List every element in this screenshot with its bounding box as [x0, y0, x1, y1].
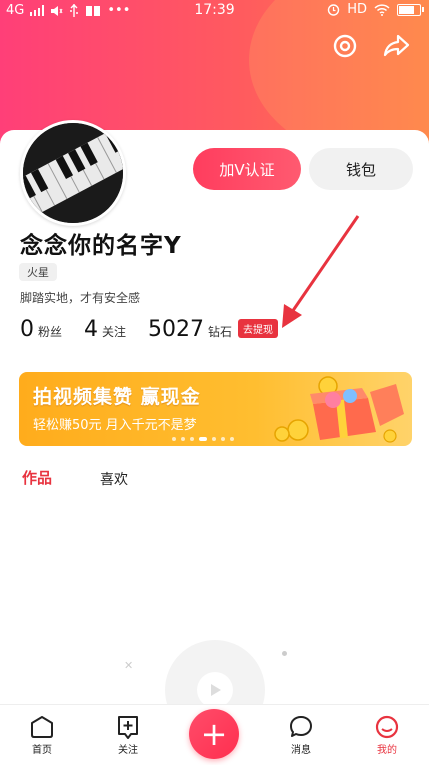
- following-count[interactable]: 4: [84, 317, 98, 342]
- following-label[interactable]: 关注: [102, 323, 126, 340]
- banner-dot: [230, 437, 234, 441]
- status-bar: 4G ••• 17:39 HD: [0, 0, 429, 22]
- wifi-icon: [374, 3, 390, 16]
- avatar[interactable]: [20, 120, 126, 226]
- alarm-icon: [328, 4, 340, 16]
- banner-dot: [212, 437, 216, 441]
- tabbar-home-label: 首页: [32, 745, 52, 756]
- banner-title: 拍视频集赞 赢现金: [33, 386, 201, 408]
- tabbar-me-label: 我的: [377, 745, 397, 756]
- share-icon[interactable]: [383, 32, 411, 60]
- battery-level: [399, 5, 415, 14]
- tabbar-follow-label: 关注: [118, 745, 138, 756]
- gift-box-coins-icon: [274, 376, 404, 443]
- message-icon: [290, 716, 312, 737]
- tabbar-me[interactable]: 我的: [357, 713, 417, 756]
- banner-dot: [221, 437, 225, 441]
- banner-pagination: [172, 437, 234, 441]
- tabbar-follow[interactable]: 关注: [98, 713, 158, 756]
- banner-dot: [172, 437, 176, 441]
- tabbar-messages-label: 消息: [291, 745, 311, 756]
- status-bar-right: HD: [327, 2, 424, 17]
- tabbar-messages[interactable]: 消息: [271, 713, 331, 756]
- follow-icon: [118, 716, 138, 739]
- empty-state-center: [197, 672, 233, 708]
- username: 念念你的名字Y: [20, 233, 182, 259]
- annotation-arrow: [282, 215, 360, 328]
- banner-dot: [181, 437, 185, 441]
- play-icon: [211, 684, 221, 696]
- profile-icon: [375, 715, 399, 739]
- verify-button[interactable]: 加V认证: [193, 148, 301, 190]
- piano-keys-image: [23, 123, 123, 223]
- location-tag[interactable]: 火星: [19, 263, 57, 281]
- promo-banner[interactable]: 拍视频集赞 赢现金 轻松赚50元 月入千元不是梦: [19, 372, 412, 446]
- fans-count[interactable]: 0: [20, 317, 34, 342]
- battery-icon: [397, 3, 424, 16]
- tab-works[interactable]: 作品: [22, 467, 52, 488]
- settings-ring-icon[interactable]: [331, 32, 359, 60]
- create-post-button[interactable]: +: [189, 709, 239, 759]
- tabbar-home[interactable]: 首页: [12, 713, 72, 756]
- diamonds-count[interactable]: 5027: [148, 317, 204, 342]
- banner-dot-active: [199, 437, 207, 441]
- hd-label: HD: [347, 2, 367, 17]
- bio-text: 脚踏实地，才有安全感: [20, 291, 141, 305]
- home-icon: [31, 716, 53, 738]
- fans-label[interactable]: 粉丝: [38, 323, 62, 340]
- wallet-button[interactable]: 钱包: [309, 148, 413, 190]
- banner-subtitle: 轻松赚50元 月入千元不是梦: [33, 418, 197, 433]
- banner-dot: [190, 437, 194, 441]
- diamonds-label[interactable]: 钻石: [208, 323, 232, 340]
- tab-likes[interactable]: 喜欢: [100, 469, 128, 489]
- decorative-dot: [282, 651, 287, 656]
- decorative-x-icon: ✕: [124, 659, 134, 672]
